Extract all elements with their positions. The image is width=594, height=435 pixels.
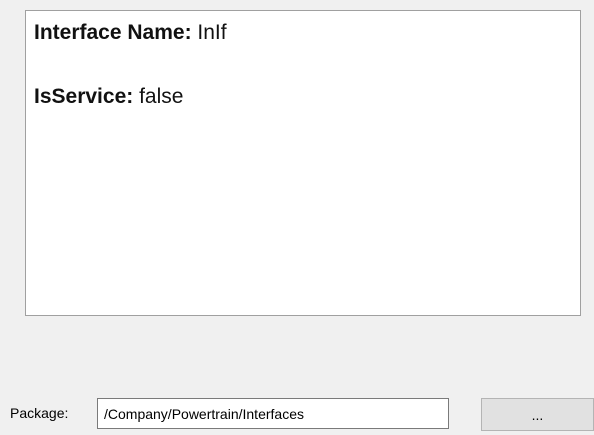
interface-name-value: InIf	[197, 21, 227, 44]
package-path-input[interactable]	[97, 398, 449, 429]
interface-info-panel: Interface Name: InIf IsService: false	[25, 10, 581, 316]
interface-name-row: Interface Name: InIf	[34, 21, 227, 45]
interface-name-key: Interface Name:	[34, 21, 192, 44]
interface-properties-pane: Interface Name: InIf IsService: false Pa…	[0, 0, 594, 435]
package-label: Package:	[10, 405, 69, 421]
is-service-value: false	[139, 85, 184, 108]
browse-package-button[interactable]: ...	[481, 398, 594, 431]
is-service-key: IsService:	[34, 85, 134, 108]
is-service-row: IsService: false	[34, 85, 183, 109]
